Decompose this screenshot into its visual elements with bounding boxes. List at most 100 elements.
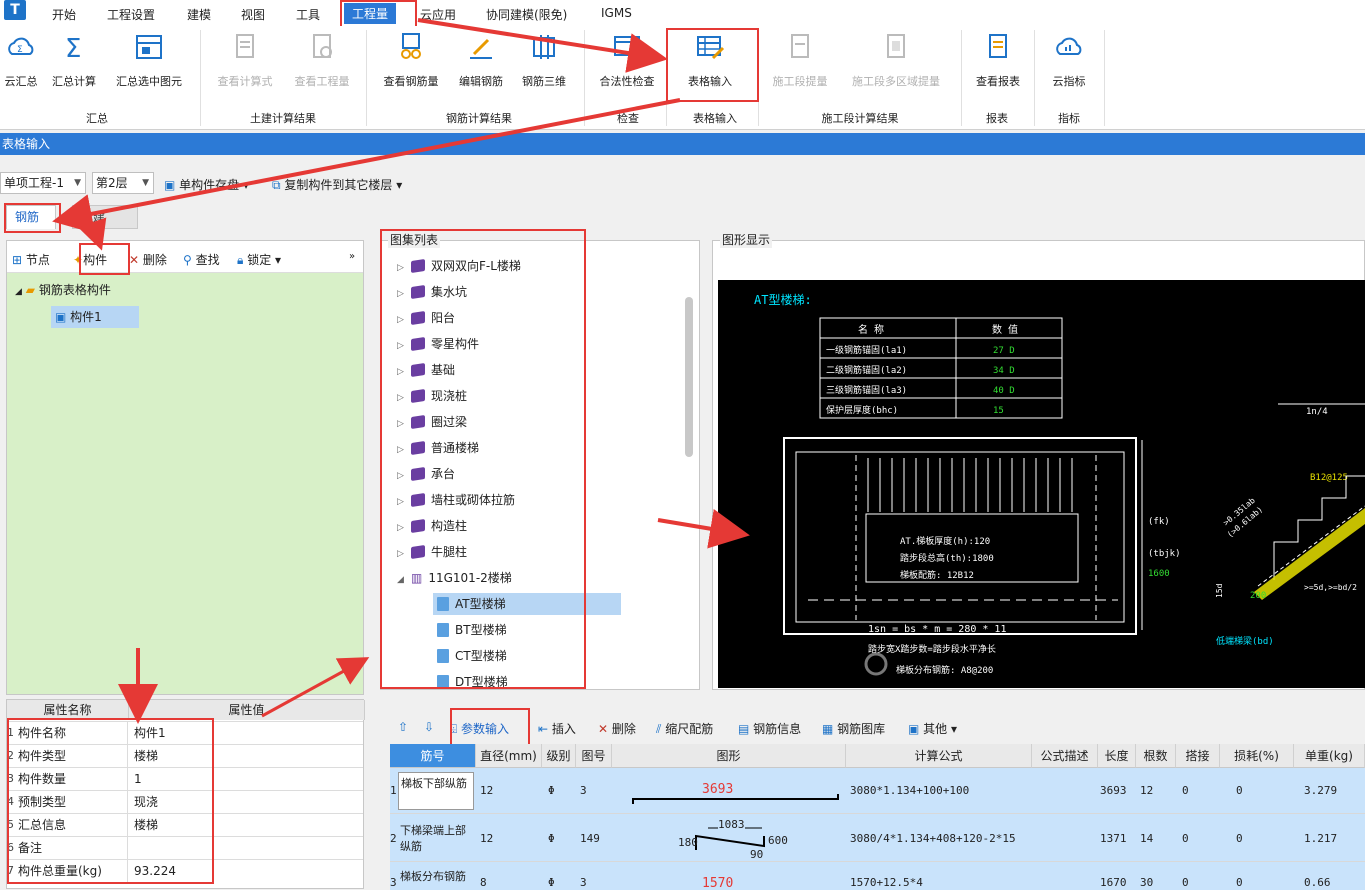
col-formula[interactable]: 计算公式 <box>846 744 1032 768</box>
highlight-rebar-tab <box>4 203 61 233</box>
gear-icon <box>864 652 888 676</box>
bar-name-cell[interactable]: 下梯梁端上部纵筋 <box>400 822 474 854</box>
delete-button[interactable]: ✕ 删除 <box>129 251 167 268</box>
highlight-atlas <box>380 229 586 689</box>
group-rebar-results: 钢筋计算结果 <box>446 112 512 125</box>
summary-calc-button[interactable]: Σ 汇总计算 <box>46 32 102 89</box>
highlight-properties <box>7 718 214 884</box>
multi-region-button[interactable]: 施工段多区域提量 <box>840 32 952 89</box>
single-save-button[interactable]: ▣ 单构件存盘 ▾ <box>164 176 249 193</box>
menu-igms[interactable]: IGMS <box>601 6 632 20</box>
bar-name-cell[interactable]: 梯板下部纵筋 <box>398 772 474 810</box>
cloud-sum-icon: Σ <box>8 37 34 55</box>
grid-delete-button[interactable]: ✕ 删除 <box>598 720 636 737</box>
scale-icon: ⫽ <box>656 722 662 736</box>
toolbar: 单项工程-1 ▼ 第2层 ▼ ▣ 单构件存盘 ▾ ⧉ 复制构件到其它楼层 ▾ <box>0 168 1365 198</box>
rebar-shape-straight <box>632 794 839 804</box>
edit-rebar-button[interactable]: 编辑钢筋 <box>452 32 510 89</box>
table-row[interactable]: 3 梯板分布钢筋 8 Φ 3 1570 1570+12.5*4 1670 30 … <box>390 862 1365 890</box>
highlight-component-button <box>79 243 130 275</box>
construction-section-button[interactable]: 施工段提量 <box>764 32 836 89</box>
rebar-3d-icon <box>533 35 555 59</box>
col-desc[interactable]: 公式描述 <box>1032 744 1098 768</box>
menu-cloud[interactable]: 云应用 <box>420 6 456 23</box>
col-lap[interactable]: 搭接 <box>1176 744 1220 768</box>
col-shape[interactable]: 图形 <box>612 744 846 768</box>
grid-select-icon <box>136 35 162 59</box>
validity-check-button[interactable]: 合法性检查 <box>592 32 662 89</box>
bar-name-cell[interactable]: 梯板分布钢筋 <box>400 868 474 884</box>
svg-text:保护层厚度(bhc): 保护层厚度(bhc) <box>826 404 898 416</box>
find-button[interactable]: ⚲ 查找 <box>183 251 220 268</box>
table-row[interactable]: 1 梯板下部纵筋 12 Φ 3 3693 3080*1.134+100+100 … <box>390 768 1365 814</box>
svg-text:1n/4: 1n/4 <box>1306 407 1328 417</box>
component-tree: ◢ ▰ 钢筋表格构件 ▣ 构件1 <box>7 273 363 694</box>
cad-table-header-value: 数 值 <box>992 323 1018 336</box>
tab-civil[interactable]: 土建 <box>72 205 138 229</box>
view-formula-button[interactable]: 查看计算式 <box>208 32 282 89</box>
lock-button[interactable]: 🔒︎ 锁定 ▾ <box>237 251 281 268</box>
scale-rebar-button[interactable]: ⫽ 缩尺配筋 <box>656 720 713 737</box>
atlas-scrollbar[interactable] <box>685 297 693 457</box>
col-figure[interactable]: 图号 <box>576 744 612 768</box>
svg-text:三级钢筋锚固(la3): 三级钢筋锚固(la3) <box>826 384 907 396</box>
svg-text:34 D: 34 D <box>993 366 1015 376</box>
col-length[interactable]: 长度 <box>1098 744 1136 768</box>
svg-text:B12@125: B12@125 <box>1310 473 1348 483</box>
menu-modeling[interactable]: 建模 <box>187 6 211 23</box>
col-diameter[interactable]: 直径(mm) <box>476 744 542 768</box>
app-logo: T <box>4 0 26 20</box>
cad-title: AT型楼梯: <box>754 292 812 307</box>
svg-text:一级钢筋锚固(la1): 一级钢筋锚固(la1) <box>826 344 907 356</box>
col-loss[interactable]: 损耗(%) <box>1220 744 1294 768</box>
menu-project-settings[interactable]: 工程设置 <box>107 6 155 23</box>
component-tree-panel: ⊞ 节点 ✦构件 ✕ 删除 ⚲ 查找 🔒︎ 锁定 ▾ » ◢ ▰ 钢筋表格构件 … <box>6 240 364 695</box>
doc-formula-icon <box>236 34 254 58</box>
report-icon <box>989 34 1007 58</box>
svg-text:踏步段总高(th):1800: 踏步段总高(th):1800 <box>900 552 994 564</box>
doc-search-icon <box>313 34 332 58</box>
node-button[interactable]: ⊞ 节点 <box>12 251 50 268</box>
svg-text:>=5d,>=bd/2: >=5d,>=bd/2 <box>1304 583 1357 592</box>
rebar-library-button[interactable]: ▦ 钢筋图库 <box>822 720 885 737</box>
cloud-summary-button[interactable]: Σ 云汇总 <box>0 32 42 89</box>
move-up-icon[interactable]: ⇧ <box>398 720 408 734</box>
menu-collab[interactable]: 协同建模(限免) <box>486 6 567 23</box>
tree-root[interactable]: ◢ ▰ 钢筋表格构件 <box>15 281 111 298</box>
highlight-table-input-button <box>666 28 759 102</box>
view-rebar-button[interactable]: 查看钢筋量 <box>375 32 447 89</box>
tree-item-component1[interactable]: ▣ 构件1 <box>51 306 139 328</box>
col-unit-weight[interactable]: 单重(kg) <box>1294 744 1365 768</box>
col-count[interactable]: 根数 <box>1136 744 1176 768</box>
menu-tools[interactable]: 工具 <box>296 6 320 23</box>
multi-region-icon <box>887 34 905 58</box>
group-summary: 汇总 <box>86 112 108 125</box>
menu-view[interactable]: 视图 <box>241 6 265 23</box>
view-report-button[interactable]: 查看报表 <box>968 32 1028 89</box>
rebar-info-button[interactable]: ▤ 钢筋信息 <box>738 720 801 737</box>
view-quantity-button[interactable]: 查看工程量 <box>286 32 358 89</box>
delete-icon: ✕ <box>598 722 609 736</box>
cloud-index-button[interactable]: 云指标 <box>1040 32 1098 89</box>
menu-start[interactable]: 开始 <box>52 6 76 23</box>
move-down-icon[interactable]: ⇩ <box>424 720 434 734</box>
group-report: 报表 <box>986 112 1008 125</box>
floor-select[interactable]: 第2层 ▼ <box>92 172 154 194</box>
prop-header-name: 属性名称 <box>7 700 129 720</box>
project-select[interactable]: 单项工程-1 ▼ <box>0 172 86 194</box>
component-node-icon: ▣ <box>55 310 67 324</box>
col-grade[interactable]: 级别 <box>542 744 576 768</box>
other-button[interactable]: ▣ 其他 ▾ <box>908 720 957 737</box>
col-bar-no[interactable]: 筋号 <box>390 744 476 768</box>
insert-button[interactable]: ⇤ 插入 <box>538 720 576 737</box>
save-icon: ▣ <box>164 178 176 192</box>
copy-icon: ⧉ <box>272 178 281 192</box>
more-chevron-icon[interactable]: » <box>349 251 355 262</box>
rebar-3d-button[interactable]: 钢筋三维 <box>515 32 573 89</box>
lock-icon: 🔒︎ <box>237 253 244 267</box>
copy-to-floor-button[interactable]: ⧉ 复制构件到其它楼层 ▾ <box>272 176 402 193</box>
svg-text:Σ: Σ <box>17 45 23 55</box>
table-row[interactable]: 2 下梯梁端上部纵筋 12 Φ 149 1083 180 600 90 3080… <box>390 814 1365 862</box>
summary-selected-button[interactable]: 汇总选中图元 <box>107 32 191 89</box>
svg-text:踏步宽X踏步数=踏步段水平净长: 踏步宽X踏步数=踏步段水平净长 <box>868 643 996 655</box>
